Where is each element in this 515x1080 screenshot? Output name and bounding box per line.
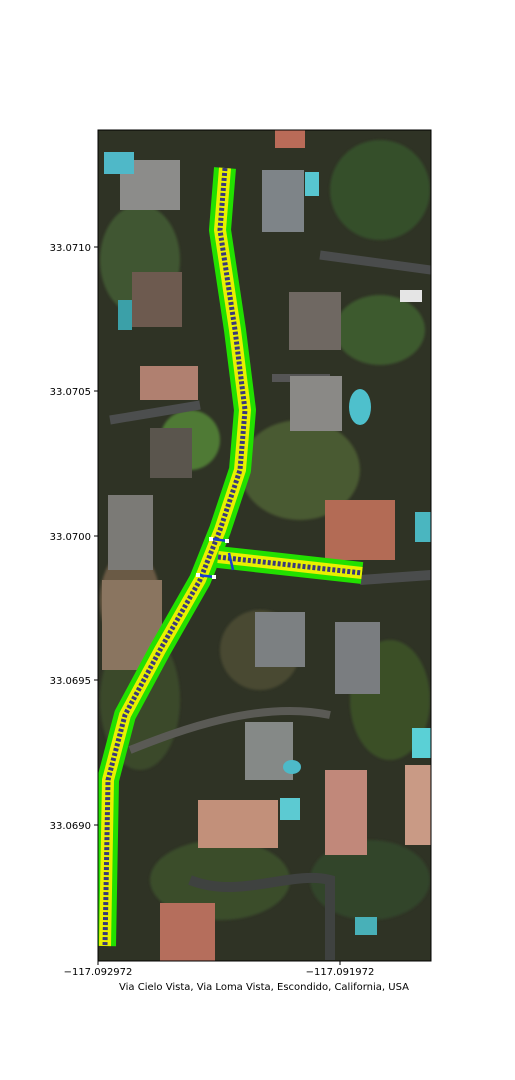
location-label: Via Cielo Vista, Via Loma Vista, Escondi…	[119, 982, 409, 993]
x-tick-label: −117.092972	[64, 967, 133, 978]
y-tick-label: 33.0695	[50, 676, 91, 687]
y-tick-label: 33.0710	[50, 243, 91, 254]
y-axis: 33.0710 33.0705 33.0700 33.0695 33.0690	[50, 243, 98, 832]
y-tick-label: 33.0690	[50, 821, 91, 832]
y-tick-label: 33.0705	[50, 387, 91, 398]
y-tick-label: 33.0700	[50, 532, 91, 543]
satellite-image	[98, 130, 431, 961]
x-axis: −117.092972 −117.091972	[64, 961, 375, 978]
x-tick-label: −117.091972	[306, 967, 375, 978]
map-figure: 33.0710 33.0705 33.0700 33.0695 33.0690 …	[50, 129, 432, 993]
